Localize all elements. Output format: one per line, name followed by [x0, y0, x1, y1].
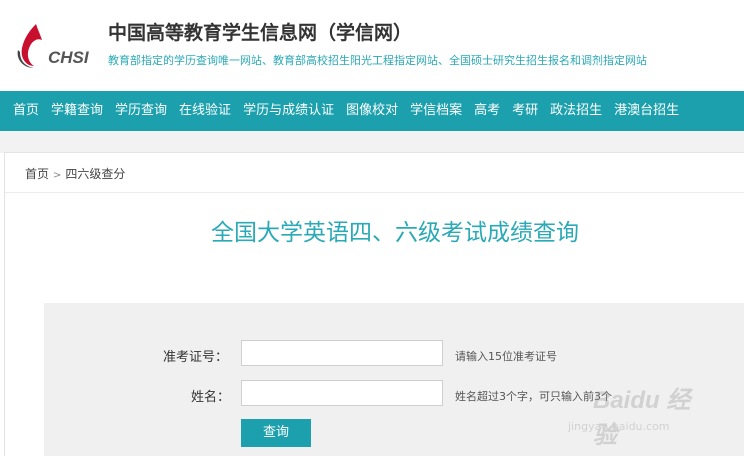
site-title: 中国高等教育学生信息网（学信网）	[108, 22, 413, 44]
name-label: 姓名：	[191, 390, 231, 405]
nav-item-image-check[interactable]: 图像校对	[340, 91, 404, 131]
breadcrumb-separator: >	[53, 170, 62, 181]
ticket-number-label: 准考证号：	[163, 350, 229, 365]
site-subtitle: 教育部指定的学历查询唯一网站、教育部高校招生阳光工程指定网站、全国硕士研究生招生…	[108, 54, 647, 67]
baidu-jingyan-watermark: Baidu 经验 jingyan.baidu.com	[563, 380, 713, 449]
watermark-brand: Baidu 经验	[593, 387, 691, 449]
nav-item-kaoyan[interactable]: 考研	[506, 91, 544, 131]
query-button[interactable]: 查询	[241, 419, 311, 447]
ticket-number-hint: 请输入15位准考证号	[455, 350, 557, 363]
breadcrumb-current: 四六级查分	[65, 167, 126, 181]
nav-item-degree-query[interactable]: 学历查询	[109, 91, 173, 131]
breadcrumb-home-link[interactable]: 首页	[25, 167, 49, 181]
site-header: CHSI 中国高等教育学生信息网（学信网） 教育部指定的学历查询唯一网站、教育部…	[0, 0, 744, 91]
page-title: 全国大学英语四、六级考试成绩查询	[211, 220, 579, 246]
nav-item-archive[interactable]: 学信档案	[404, 91, 468, 131]
nav-item-gaokao[interactable]: 高考	[468, 91, 506, 131]
nav-item-online-verify[interactable]: 在线验证	[173, 91, 237, 131]
name-input[interactable]	[241, 380, 443, 406]
content-background	[0, 131, 744, 153]
logo-text: CHSI	[48, 48, 89, 67]
nav-item-enrollment-query[interactable]: 学籍查询	[45, 91, 109, 131]
ticket-number-input[interactable]	[241, 340, 443, 366]
nav-item-home[interactable]: 首页	[0, 91, 45, 131]
main-nav: 首页 学籍查询 学历查询 在线验证 学历与成绩认证 图像校对 学信档案 高考 考…	[0, 91, 744, 131]
nav-item-law-enrollment[interactable]: 政法招生	[544, 91, 608, 131]
breadcrumb: 首页 > 四六级查分	[25, 165, 125, 182]
breadcrumb-divider	[5, 192, 744, 193]
watermark-url: jingyan.baidu.com	[568, 420, 670, 433]
nav-item-hmt-enrollment[interactable]: 港澳台招生	[608, 91, 685, 131]
chsi-logo[interactable]: CHSI	[14, 22, 96, 72]
nav-item-certification[interactable]: 学历与成绩认证	[237, 91, 340, 131]
